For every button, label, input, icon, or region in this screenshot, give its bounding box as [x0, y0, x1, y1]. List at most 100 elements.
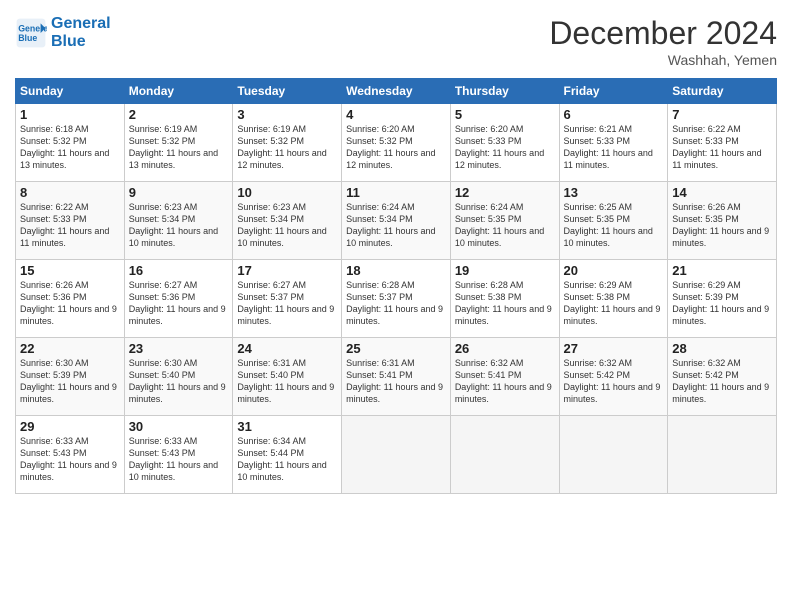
calendar-week-5: 29Sunrise: 6:33 AMSunset: 5:43 PMDayligh… — [16, 416, 777, 494]
day-info: Sunrise: 6:19 AMSunset: 5:32 PMDaylight:… — [237, 123, 337, 172]
logo-icon: General Blue — [15, 17, 47, 49]
day-number: 24 — [237, 341, 337, 356]
day-info: Sunrise: 6:31 AMSunset: 5:41 PMDaylight:… — [346, 357, 446, 406]
day-info: Sunrise: 6:21 AMSunset: 5:33 PMDaylight:… — [564, 123, 664, 172]
calendar-cell: 21Sunrise: 6:29 AMSunset: 5:39 PMDayligh… — [668, 260, 777, 338]
day-info: Sunrise: 6:30 AMSunset: 5:40 PMDaylight:… — [129, 357, 229, 406]
location: Washhah, Yemen — [549, 52, 777, 68]
col-header-friday: Friday — [559, 79, 668, 104]
calendar-cell: 6Sunrise: 6:21 AMSunset: 5:33 PMDaylight… — [559, 104, 668, 182]
calendar-cell: 1Sunrise: 6:18 AMSunset: 5:32 PMDaylight… — [16, 104, 125, 182]
day-info: Sunrise: 6:26 AMSunset: 5:36 PMDaylight:… — [20, 279, 120, 328]
day-number: 23 — [129, 341, 229, 356]
calendar-cell: 23Sunrise: 6:30 AMSunset: 5:40 PMDayligh… — [124, 338, 233, 416]
calendar-cell: 26Sunrise: 6:32 AMSunset: 5:41 PMDayligh… — [450, 338, 559, 416]
day-number: 20 — [564, 263, 664, 278]
col-header-monday: Monday — [124, 79, 233, 104]
day-number: 11 — [346, 185, 446, 200]
day-number: 21 — [672, 263, 772, 278]
day-info: Sunrise: 6:28 AMSunset: 5:37 PMDaylight:… — [346, 279, 446, 328]
logo-text: GeneralBlue — [51, 15, 111, 50]
calendar-cell: 27Sunrise: 6:32 AMSunset: 5:42 PMDayligh… — [559, 338, 668, 416]
day-info: Sunrise: 6:32 AMSunset: 5:41 PMDaylight:… — [455, 357, 555, 406]
day-info: Sunrise: 6:29 AMSunset: 5:39 PMDaylight:… — [672, 279, 772, 328]
calendar-cell: 2Sunrise: 6:19 AMSunset: 5:32 PMDaylight… — [124, 104, 233, 182]
day-number: 19 — [455, 263, 555, 278]
day-info: Sunrise: 6:18 AMSunset: 5:32 PMDaylight:… — [20, 123, 120, 172]
day-number: 25 — [346, 341, 446, 356]
calendar-body: 1Sunrise: 6:18 AMSunset: 5:32 PMDaylight… — [16, 104, 777, 494]
calendar-cell: 3Sunrise: 6:19 AMSunset: 5:32 PMDaylight… — [233, 104, 342, 182]
calendar-week-3: 15Sunrise: 6:26 AMSunset: 5:36 PMDayligh… — [16, 260, 777, 338]
day-number: 26 — [455, 341, 555, 356]
day-number: 7 — [672, 107, 772, 122]
day-info: Sunrise: 6:33 AMSunset: 5:43 PMDaylight:… — [129, 435, 229, 484]
calendar-week-2: 8Sunrise: 6:22 AMSunset: 5:33 PMDaylight… — [16, 182, 777, 260]
day-number: 12 — [455, 185, 555, 200]
calendar-cell: 19Sunrise: 6:28 AMSunset: 5:38 PMDayligh… — [450, 260, 559, 338]
calendar-table: SundayMondayTuesdayWednesdayThursdayFrid… — [15, 78, 777, 494]
day-info: Sunrise: 6:23 AMSunset: 5:34 PMDaylight:… — [237, 201, 337, 250]
col-header-thursday: Thursday — [450, 79, 559, 104]
col-header-tuesday: Tuesday — [233, 79, 342, 104]
day-number: 18 — [346, 263, 446, 278]
day-info: Sunrise: 6:33 AMSunset: 5:43 PMDaylight:… — [20, 435, 120, 484]
calendar-cell — [342, 416, 451, 494]
calendar-cell: 16Sunrise: 6:27 AMSunset: 5:36 PMDayligh… — [124, 260, 233, 338]
calendar-cell — [559, 416, 668, 494]
day-number: 27 — [564, 341, 664, 356]
calendar-cell: 13Sunrise: 6:25 AMSunset: 5:35 PMDayligh… — [559, 182, 668, 260]
day-number: 22 — [20, 341, 120, 356]
day-number: 6 — [564, 107, 664, 122]
day-info: Sunrise: 6:27 AMSunset: 5:36 PMDaylight:… — [129, 279, 229, 328]
calendar-cell: 5Sunrise: 6:20 AMSunset: 5:33 PMDaylight… — [450, 104, 559, 182]
day-number: 10 — [237, 185, 337, 200]
day-info: Sunrise: 6:20 AMSunset: 5:32 PMDaylight:… — [346, 123, 446, 172]
day-number: 2 — [129, 107, 229, 122]
day-number: 5 — [455, 107, 555, 122]
day-number: 13 — [564, 185, 664, 200]
day-info: Sunrise: 6:32 AMSunset: 5:42 PMDaylight:… — [564, 357, 664, 406]
day-info: Sunrise: 6:22 AMSunset: 5:33 PMDaylight:… — [20, 201, 120, 250]
col-header-sunday: Sunday — [16, 79, 125, 104]
calendar-cell: 14Sunrise: 6:26 AMSunset: 5:35 PMDayligh… — [668, 182, 777, 260]
header: General Blue GeneralBlue December 2024 W… — [15, 15, 777, 68]
calendar-cell: 11Sunrise: 6:24 AMSunset: 5:34 PMDayligh… — [342, 182, 451, 260]
day-info: Sunrise: 6:31 AMSunset: 5:40 PMDaylight:… — [237, 357, 337, 406]
day-number: 30 — [129, 419, 229, 434]
day-number: 3 — [237, 107, 337, 122]
day-info: Sunrise: 6:30 AMSunset: 5:39 PMDaylight:… — [20, 357, 120, 406]
col-header-saturday: Saturday — [668, 79, 777, 104]
calendar-cell: 7Sunrise: 6:22 AMSunset: 5:33 PMDaylight… — [668, 104, 777, 182]
day-info: Sunrise: 6:25 AMSunset: 5:35 PMDaylight:… — [564, 201, 664, 250]
calendar-cell: 30Sunrise: 6:33 AMSunset: 5:43 PMDayligh… — [124, 416, 233, 494]
day-number: 9 — [129, 185, 229, 200]
calendar-cell: 9Sunrise: 6:23 AMSunset: 5:34 PMDaylight… — [124, 182, 233, 260]
day-info: Sunrise: 6:24 AMSunset: 5:34 PMDaylight:… — [346, 201, 446, 250]
calendar-cell: 18Sunrise: 6:28 AMSunset: 5:37 PMDayligh… — [342, 260, 451, 338]
calendar-cell — [450, 416, 559, 494]
day-number: 8 — [20, 185, 120, 200]
calendar-cell: 31Sunrise: 6:34 AMSunset: 5:44 PMDayligh… — [233, 416, 342, 494]
calendar-cell: 17Sunrise: 6:27 AMSunset: 5:37 PMDayligh… — [233, 260, 342, 338]
calendar-cell: 29Sunrise: 6:33 AMSunset: 5:43 PMDayligh… — [16, 416, 125, 494]
day-number: 1 — [20, 107, 120, 122]
day-info: Sunrise: 6:32 AMSunset: 5:42 PMDaylight:… — [672, 357, 772, 406]
calendar-cell: 15Sunrise: 6:26 AMSunset: 5:36 PMDayligh… — [16, 260, 125, 338]
day-number: 28 — [672, 341, 772, 356]
logo: General Blue GeneralBlue — [15, 15, 111, 50]
day-info: Sunrise: 6:26 AMSunset: 5:35 PMDaylight:… — [672, 201, 772, 250]
calendar-week-4: 22Sunrise: 6:30 AMSunset: 5:39 PMDayligh… — [16, 338, 777, 416]
calendar-week-1: 1Sunrise: 6:18 AMSunset: 5:32 PMDaylight… — [16, 104, 777, 182]
col-header-wednesday: Wednesday — [342, 79, 451, 104]
day-info: Sunrise: 6:22 AMSunset: 5:33 PMDaylight:… — [672, 123, 772, 172]
calendar-header-row: SundayMondayTuesdayWednesdayThursdayFrid… — [16, 79, 777, 104]
calendar-cell: 10Sunrise: 6:23 AMSunset: 5:34 PMDayligh… — [233, 182, 342, 260]
day-info: Sunrise: 6:19 AMSunset: 5:32 PMDaylight:… — [129, 123, 229, 172]
day-info: Sunrise: 6:28 AMSunset: 5:38 PMDaylight:… — [455, 279, 555, 328]
calendar-cell: 24Sunrise: 6:31 AMSunset: 5:40 PMDayligh… — [233, 338, 342, 416]
day-number: 17 — [237, 263, 337, 278]
day-info: Sunrise: 6:34 AMSunset: 5:44 PMDaylight:… — [237, 435, 337, 484]
day-number: 16 — [129, 263, 229, 278]
calendar-cell: 28Sunrise: 6:32 AMSunset: 5:42 PMDayligh… — [668, 338, 777, 416]
